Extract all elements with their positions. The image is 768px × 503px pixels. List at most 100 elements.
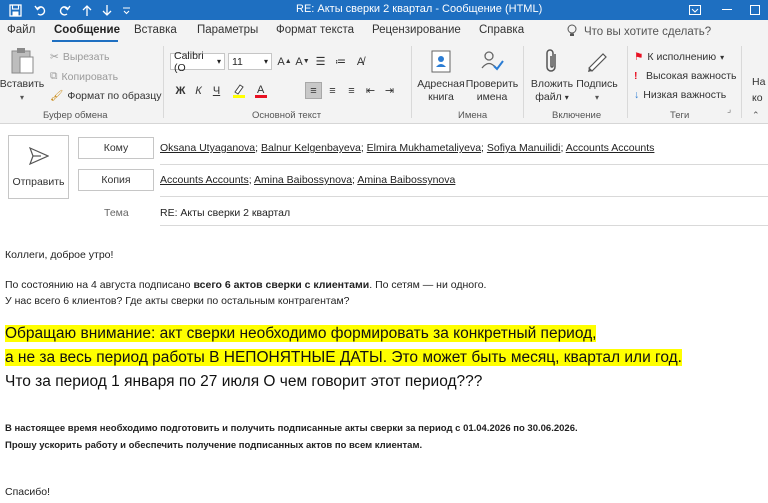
format-painter-button[interactable]: 🖌 Формат по образцу — [50, 89, 162, 103]
recipient[interactable]: Elmira Mukhametaliyeva — [367, 142, 481, 154]
high-importance-button[interactable]: ! Высокая важность — [634, 70, 737, 82]
shrink-font-icon[interactable]: A ▼ — [294, 53, 311, 70]
flag-icon: ⚑ — [634, 51, 644, 63]
recipient[interactable]: Accounts Accounts — [160, 174, 249, 186]
window-title: RE: Акты сверки 2 квартал - Сообщение (H… — [296, 3, 543, 15]
numbering-icon[interactable]: ≔ — [332, 53, 349, 70]
send-label: Отправить — [12, 175, 65, 188]
check-names-button[interactable]: Проверить имена — [466, 46, 518, 104]
arrow-down-icon[interactable] — [100, 2, 114, 18]
recipient[interactable]: Amina Baibossynova — [254, 174, 352, 186]
subject-field[interactable]: RE: Акты сверки 2 квартал — [160, 207, 290, 219]
collapse-ribbon-icon[interactable]: ⌃ — [752, 110, 760, 121]
address-book-label-1: Адресная — [417, 78, 465, 90]
chevron-down-icon: ▾ — [720, 52, 725, 62]
recipient[interactable]: Oksana Utyaganova — [160, 142, 255, 154]
tags-dialog-launcher-icon[interactable]: ⌟ — [727, 104, 731, 115]
include-group-label: Включение — [552, 110, 602, 121]
tell-me-text: Что вы хотите сделать? — [584, 26, 712, 38]
tab-file[interactable]: Файл — [7, 24, 35, 36]
status-bold-text: всего 6 актов сверки с клиентами — [193, 279, 370, 291]
align-left-icon[interactable]: ≡ — [305, 82, 322, 99]
basic-text-group-label: Основной текст — [252, 110, 322, 121]
grow-font-icon[interactable]: A ▲ — [276, 53, 293, 70]
highlighted-text: а не за весь период работы В НЕПОНЯТНЫЕ … — [5, 349, 682, 366]
tab-options[interactable]: Параметры — [197, 24, 258, 36]
send-button[interactable]: Отправить — [8, 135, 69, 199]
attach-file-button[interactable]: Вложить файл ▾ — [528, 46, 576, 104]
clear-formatting-icon[interactable]: A̸ — [352, 53, 369, 70]
font-name-dropdown[interactable]: Calibri (О ▾ — [170, 50, 225, 74]
followup-button[interactable]: ⚑ К исполнению ▾ — [634, 51, 724, 63]
address-book-button[interactable]: Адресная книга — [415, 46, 467, 104]
align-right-icon[interactable]: ≡ — [343, 82, 360, 99]
names-group-label: Имена — [458, 110, 488, 121]
align-center-icon[interactable]: ≡ — [324, 82, 341, 99]
highlight-color-icon[interactable] — [230, 82, 247, 99]
tell-me-box[interactable]: Что вы хотите сделать? — [566, 24, 711, 40]
group-divider — [627, 46, 628, 118]
low-importance-label: Низкая важность — [643, 89, 727, 101]
group-divider — [163, 46, 164, 118]
paste-label: Вставить — [0, 78, 45, 90]
group-divider — [523, 46, 524, 118]
underline-icon[interactable]: Ч — [208, 82, 225, 99]
minimize-icon[interactable] — [712, 0, 742, 20]
copy-icon: ⧉ — [50, 70, 58, 82]
tab-review[interactable]: Рецензирование — [372, 24, 461, 36]
cc-button[interactable]: Копия — [78, 169, 154, 191]
undo-icon[interactable] — [32, 2, 48, 18]
tab-insert[interactable]: Вставка — [134, 24, 177, 36]
message-body[interactable]: Коллеги, доброе утро! По состоянию на 4 … — [0, 227, 768, 503]
font-color-icon[interactable]: A — [252, 82, 269, 99]
cut-button[interactable]: ✂ Вырезать — [50, 51, 110, 63]
arrow-down-icon: ↓ — [634, 89, 640, 101]
cut-off-label-2: ко — [752, 92, 763, 104]
paste-button[interactable]: Вставить ▾ — [0, 46, 45, 104]
copy-label: Копировать — [61, 70, 119, 83]
divider — [160, 225, 768, 226]
chevron-down-icon: ▾ — [564, 93, 569, 102]
cc-field[interactable]: Accounts Accounts; Amina Baibossynova; A… — [160, 174, 455, 186]
font-size-dropdown[interactable]: 11 ▾ — [228, 53, 272, 70]
customize-qat-icon[interactable] — [120, 2, 132, 18]
check-names-label-1: Проверить — [465, 78, 519, 90]
copy-button[interactable]: ⧉ Копировать — [50, 70, 118, 83]
group-divider — [411, 46, 412, 118]
attach-file-label-1: Вложить — [530, 78, 574, 90]
high-importance-label: Высокая важность — [646, 70, 737, 82]
cut-off-label-1: На — [752, 76, 766, 88]
signature-label: Подпись — [576, 78, 618, 90]
low-importance-button[interactable]: ↓ Низкая важность — [634, 89, 726, 101]
arrow-up-icon[interactable] — [80, 2, 94, 18]
scissors-icon: ✂ — [50, 51, 59, 63]
redo-icon[interactable] — [56, 2, 72, 18]
tags-group-label: Теги — [670, 110, 690, 121]
question-line: У нас всего 6 клиентов? Где акты сверки … — [5, 295, 350, 307]
tab-help[interactable]: Справка — [479, 24, 524, 36]
bullets-icon[interactable]: ☰ — [312, 53, 329, 70]
signature-button[interactable]: Подпись ▾ — [573, 46, 621, 104]
save-icon[interactable] — [6, 2, 24, 18]
decrease-indent-icon[interactable]: ⇤ — [362, 82, 379, 99]
tab-format-text[interactable]: Формат текста — [276, 24, 354, 36]
recipient[interactable]: Amina Baibossynova — [357, 174, 455, 186]
recipient[interactable]: Sofiya Manuilidi — [487, 142, 561, 154]
font-size-value: 11 — [232, 55, 243, 68]
maximize-icon[interactable] — [740, 0, 768, 20]
bold-icon[interactable]: Ж — [172, 82, 189, 99]
tab-message[interactable]: Сообщение — [54, 24, 120, 36]
cut-label: Вырезать — [62, 51, 110, 63]
ribbon-display-icon[interactable] — [680, 0, 710, 20]
increase-indent-icon[interactable]: ⇥ — [381, 82, 398, 99]
divider — [160, 164, 768, 165]
to-button[interactable]: Кому — [78, 137, 154, 159]
recipient[interactable]: Balnur Kelgenbayeva — [261, 142, 361, 154]
to-field[interactable]: Oksana Utyaganova; Balnur Kelgenbayeva; … — [160, 142, 654, 154]
italic-icon[interactable]: К — [190, 82, 207, 99]
recipient[interactable]: Accounts Accounts — [566, 142, 655, 154]
subject-label: Тема — [104, 207, 129, 219]
attach-file-label-2: файл ▾ — [535, 91, 569, 103]
highlighted-text: Обращаю внимание: акт сверки необходимо … — [5, 325, 597, 342]
attention-line-2: а не за весь период работы В НЕПОНЯТНЫЕ … — [5, 349, 682, 367]
